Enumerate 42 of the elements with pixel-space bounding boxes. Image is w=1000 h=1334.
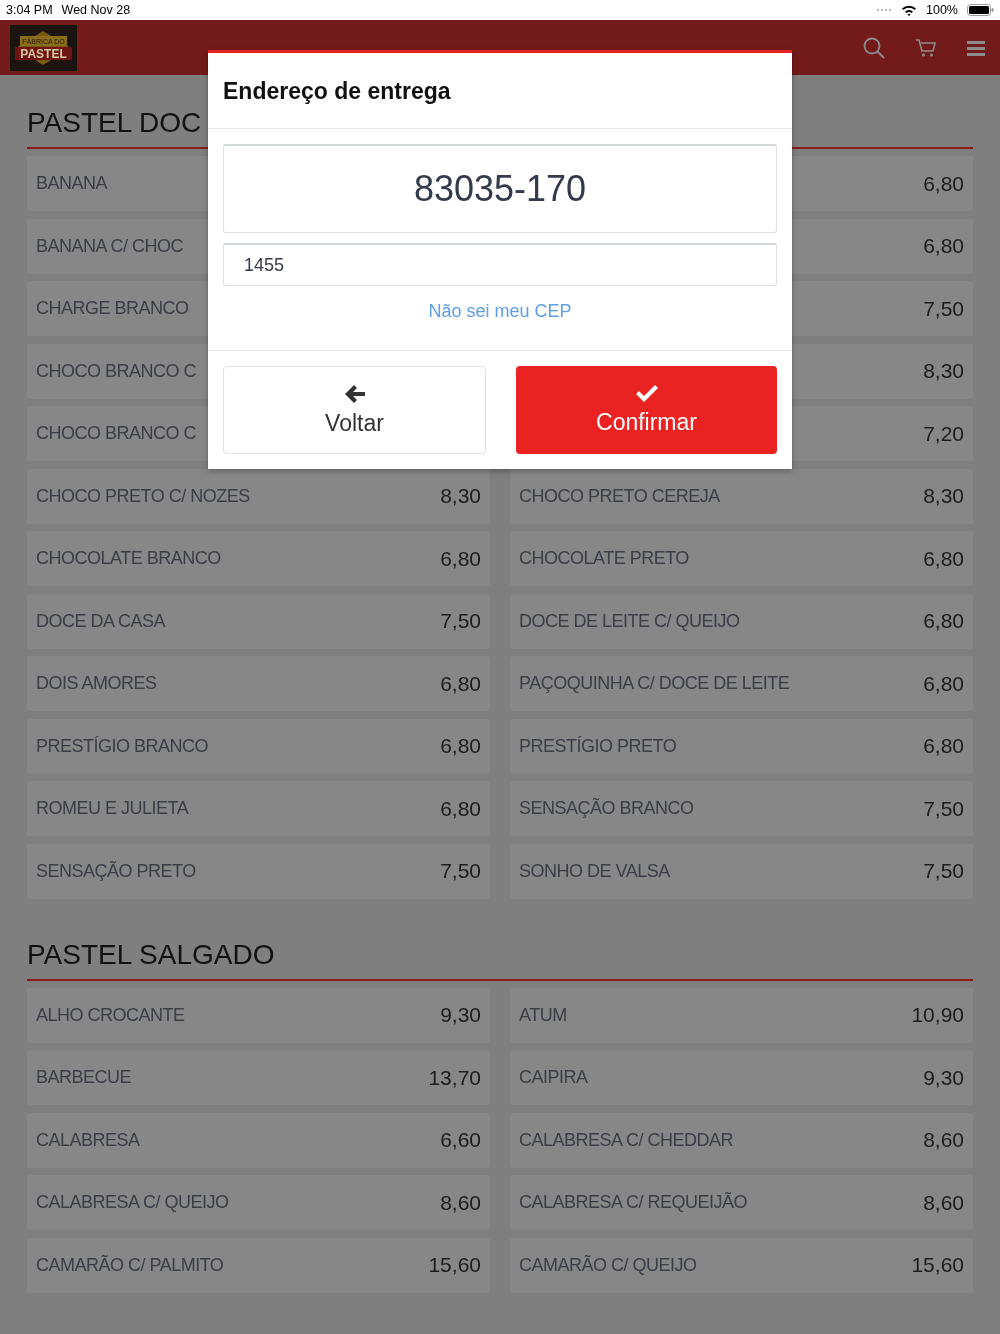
arrow-left-icon xyxy=(343,383,366,404)
menu-item[interactable]: SONHO DE VALSA 7,50 xyxy=(510,843,973,899)
menu-item[interactable]: SENSAÇÃO BRANCO 7,50 xyxy=(510,781,973,836)
back-button[interactable]: Voltar xyxy=(223,366,486,454)
menu-item[interactable]: ROMEU E JULIETA 6,80 xyxy=(27,781,490,836)
menu-item[interactable]: CALABRESA 6,60 xyxy=(27,1112,490,1168)
menu-item[interactable]: CALABRESA C/ QUEIJO 8,60 xyxy=(27,1175,490,1230)
menu-item[interactable]: ATUM 10,90 xyxy=(510,987,973,1043)
number-field[interactable]: 1455 xyxy=(223,243,777,286)
menu-item[interactable]: DOCE DE LEITE C/ QUEIJO 6,80 xyxy=(510,593,973,649)
section-title: PASTEL SALGADO xyxy=(27,938,973,981)
checkmark-icon xyxy=(634,384,659,403)
status-date: Wed Nov 28 xyxy=(61,3,131,17)
menu-item[interactable]: PAÇOQUINHA C/ DOCE DE LEITE 6,80 xyxy=(510,656,973,711)
menu-item[interactable]: CHOCOLATE BRANCO 6,80 xyxy=(27,531,490,586)
menu-icon[interactable] xyxy=(967,39,985,56)
menu-item[interactable]: CALABRESA C/ CHEDDAR 8,60 xyxy=(510,1112,973,1168)
unknown-cep-link[interactable]: Não sei meu CEP xyxy=(428,301,572,322)
menu-item[interactable]: CAMARÃO C/ QUEIJO 15,60 xyxy=(510,1237,973,1293)
confirm-button[interactable]: Confirmar xyxy=(516,366,777,454)
battery-percentage: 100% xyxy=(926,3,958,17)
cep-field[interactable]: 83035-170 xyxy=(223,144,777,233)
status-time: 3:04 PM xyxy=(6,3,53,17)
menu-item[interactable]: CALABRESA C/ REQUEIJÃO 8,60 xyxy=(510,1175,973,1230)
menu-item[interactable]: CAIPIRA 9,30 xyxy=(510,1050,973,1105)
wifi-icon xyxy=(901,4,917,16)
menu-item[interactable]: ALHO CROCANTE 9,30 xyxy=(27,987,490,1043)
battery-icon xyxy=(967,4,994,16)
search-icon[interactable] xyxy=(863,36,885,59)
menu-item[interactable]: BARBECUE 13,70 xyxy=(27,1050,490,1105)
menu-item[interactable]: CAMARÃO C/ PALMITO 15,60 xyxy=(27,1237,490,1293)
menu-item[interactable]: CHOCO PRETO C/ NOZES 8,30 xyxy=(27,468,490,524)
menu-item[interactable]: CHOCOLATE PRETO 6,80 xyxy=(510,531,973,586)
menu-item[interactable]: CHOCO PRETO CEREJA 8,30 xyxy=(510,468,973,524)
menu-item[interactable]: PRESTÍGIO PRETO 6,80 xyxy=(510,718,973,774)
menu-item[interactable]: SENSAÇÃO PRETO 7,50 xyxy=(27,843,490,899)
dialog-title: Endereço de entrega xyxy=(208,53,792,129)
signal-icon xyxy=(876,8,892,12)
menu-item[interactable]: DOCE DA CASA 7,50 xyxy=(27,593,490,649)
menu-item[interactable]: PRESTÍGIO BRANCO 6,80 xyxy=(27,718,490,774)
menu-item[interactable]: DOIS AMORES 6,80 xyxy=(27,656,490,711)
cart-icon[interactable] xyxy=(915,37,937,58)
